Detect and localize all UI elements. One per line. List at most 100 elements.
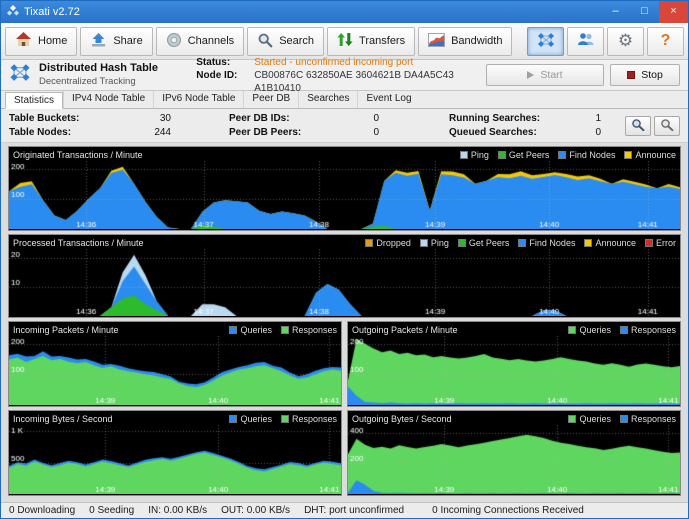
maximize-button[interactable]: □: [630, 1, 659, 23]
legend-item: Get Peers: [498, 150, 550, 160]
dht-stats-row: Table Buckets: 30 Table Nodes: 244 Peer …: [1, 109, 688, 143]
legend-swatch-icon: [420, 239, 428, 247]
close-button[interactable]: ×: [659, 1, 688, 23]
status-label: Status:: [196, 56, 246, 69]
peer-db-peers-label: Peer DB Peers:: [229, 126, 301, 140]
search-icon: [257, 32, 273, 51]
titlebar[interactable]: Tixati v2.72 – □ ×: [1, 1, 688, 23]
legend-swatch-icon: [229, 326, 237, 334]
legend-label: Get Peers: [469, 238, 510, 248]
legend-label: Dropped: [376, 238, 411, 248]
seeding-count: 0 Seeding: [89, 505, 134, 516]
chart-legend: Dropped Ping Get Peers Find Nodes Announce Er…: [365, 238, 676, 248]
dht-status-block: Status: Started - unconfirmed incoming p…: [196, 56, 478, 95]
stat-group-searches: Running Searches: 1 Queued Searches: 0: [449, 112, 601, 140]
legend-item: Responses: [281, 414, 337, 424]
stop-icon: [627, 71, 635, 79]
table-nodes-label: Table Nodes:: [9, 126, 79, 140]
home-button[interactable]: Home: [5, 27, 77, 56]
chart-outgoing-bytes: Outgoing Bytes / Second QueriesResponses: [347, 410, 681, 496]
chart-legend: Ping Get Peers Find Nodes Announce: [460, 150, 676, 160]
legend-swatch-icon: [518, 239, 526, 247]
help-button[interactable]: ?: [647, 27, 684, 56]
tab-ipv6-node-table[interactable]: IPv6 Node Table: [153, 91, 243, 108]
legend-label: Get Peers: [509, 150, 550, 160]
legend-label: Ping: [431, 238, 449, 248]
settings-button[interactable]: ⚙: [607, 27, 644, 56]
legend-swatch-icon: [458, 239, 466, 247]
peer-db-ids-value: 0: [307, 112, 379, 126]
peers-button[interactable]: [567, 27, 604, 56]
magnifier-blue-icon: [631, 118, 645, 134]
bandwidth-icon: [428, 33, 445, 50]
dht-header: Distributed Hash Table Decentralized Tra…: [1, 60, 688, 91]
chart-title: Incoming Bytes / Second: [13, 414, 113, 424]
dht-button[interactable]: [527, 27, 564, 56]
chart-header: Outgoing Bytes / Second QueriesResponses: [348, 411, 680, 425]
tab-statistics[interactable]: Statistics: [5, 92, 63, 109]
share-button-label: Share: [113, 35, 142, 47]
legend-swatch-icon: [568, 326, 576, 334]
legend-label: Ping: [471, 150, 489, 160]
chart-title: Originated Transactions / Minute: [13, 150, 143, 160]
start-button[interactable]: Start: [486, 64, 604, 86]
chart-legend: Queries Responses: [568, 325, 676, 335]
legend-item: Get Peers: [458, 238, 510, 248]
legend-item: Ping: [460, 150, 489, 160]
home-button-label: Home: [38, 35, 67, 47]
chart-legend: QueriesResponses: [568, 414, 676, 424]
legend-swatch-icon: [229, 415, 237, 423]
dht-search-button[interactable]: [625, 116, 651, 136]
tixati-window: Tixati v2.72 – □ × Home Share Channels S…: [0, 0, 689, 519]
minimize-button[interactable]: –: [601, 1, 630, 23]
status-bar: 0 Downloading 0 Seeding IN: 0.00 KB/s OU…: [1, 502, 688, 518]
main-toolbar: Home Share Channels Search Transfers Ban…: [1, 23, 688, 60]
page-title: Distributed Hash Table: [39, 62, 188, 75]
legend-swatch-icon: [645, 239, 653, 247]
table-buckets-value: 30: [85, 112, 171, 126]
legend-label: Announce: [635, 150, 676, 160]
dht-lookup-button[interactable]: [654, 116, 680, 136]
legend-swatch-icon: [460, 151, 468, 159]
chart-header: Incoming Packets / Minute QueriesRespons…: [9, 322, 341, 336]
transfers-icon: [337, 32, 353, 50]
legend-label: Responses: [292, 414, 337, 424]
table-buckets-label: Table Buckets:: [9, 112, 79, 126]
legend-swatch-icon: [558, 151, 566, 159]
stop-button[interactable]: Stop: [610, 64, 680, 86]
dht-tabs: Statistics IPv4 Node Table IPv6 Node Tab…: [1, 91, 688, 109]
legend-item: Announce: [584, 238, 636, 248]
legend-item: Queries: [229, 325, 272, 335]
tab-searches[interactable]: Searches: [298, 91, 357, 108]
chart-canvas: [9, 336, 341, 405]
tab-event-log[interactable]: Event Log: [357, 91, 419, 108]
transfers-button[interactable]: Transfers: [327, 27, 415, 56]
chart-incoming-packets: Incoming Packets / Minute QueriesRespons…: [8, 321, 342, 407]
queued-searches-value: 0: [546, 126, 601, 140]
legend-item: Find Nodes: [518, 238, 575, 248]
charts-row-bytes: Incoming Bytes / Second QueriesResponses…: [8, 410, 681, 496]
dht-action-buttons: Start Stop: [486, 64, 680, 86]
legend-label: Error: [656, 238, 676, 248]
legend-label: Responses: [631, 414, 676, 424]
chart-title: Processed Transactions / Minute: [13, 238, 144, 248]
legend-label: Find Nodes: [569, 150, 615, 160]
legend-item: Responses: [620, 325, 676, 335]
tab-ipv4-node-table[interactable]: IPv4 Node Table: [63, 91, 153, 108]
chart-outgoing-packets: Outgoing Packets / Minute QueriesRespons…: [347, 321, 681, 407]
queued-searches-label: Queued Searches:: [449, 126, 540, 140]
share-icon: [90, 32, 107, 50]
stop-button-label: Stop: [641, 69, 663, 81]
search-button[interactable]: Search: [247, 27, 324, 56]
incoming-connections: 0 Incoming Connections Received: [432, 505, 584, 516]
chart-legend: QueriesResponses: [229, 414, 337, 424]
bandwidth-button[interactable]: Bandwidth: [418, 27, 512, 56]
channels-button[interactable]: Channels: [156, 27, 244, 56]
share-button[interactable]: Share: [80, 27, 152, 56]
transfers-button-label: Transfers: [359, 35, 405, 47]
play-icon: [527, 71, 534, 79]
legend-swatch-icon: [281, 415, 289, 423]
tab-peer-db[interactable]: Peer DB: [243, 91, 298, 108]
chart-canvas: [9, 425, 341, 494]
legend-label: Queries: [579, 325, 611, 335]
